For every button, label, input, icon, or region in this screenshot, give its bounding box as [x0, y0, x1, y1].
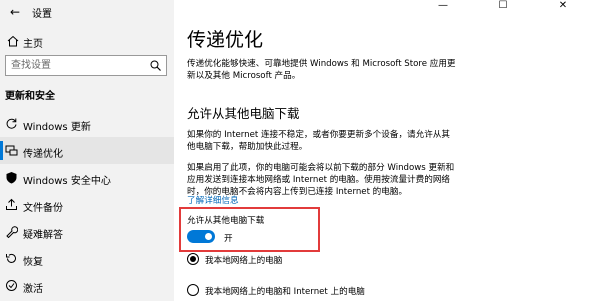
radio-label: 我本地网络上的电脑 [205, 256, 283, 266]
radio-button-checked[interactable] [187, 253, 199, 265]
minimize-button[interactable]: — [420, 0, 466, 14]
home-nav-item[interactable]: 主页 [0, 32, 174, 50]
radio-label: 我本地网络上的电脑和 Internet 上的电脑 [205, 287, 365, 297]
sidebar-item-label: 激活 [23, 284, 43, 295]
refresh-icon [6, 118, 17, 129]
allow-downloads-toggle[interactable] [187, 230, 215, 243]
search-input[interactable] [6, 56, 146, 75]
backup-icon [6, 198, 17, 210]
window-controls: — ☐ ✕ [420, 0, 600, 14]
page-title: 传递优化 [187, 29, 264, 51]
toggle-state-text: 开 [224, 234, 233, 244]
page-description: 传递优化能够快速、可靠地提供 Windows 和 Microsoft Store… [187, 59, 456, 81]
delivery-optimization-icon [5, 145, 18, 156]
sidebar-item-file-backup[interactable]: 文件备份 [0, 191, 174, 218]
search-box[interactable] [5, 55, 167, 76]
sidebar-item-label: 疑难解答 [23, 230, 63, 241]
recovery-icon [6, 253, 16, 263]
radio-button-unchecked[interactable] [187, 284, 199, 296]
close-button[interactable]: ✕ [540, 0, 586, 14]
toggle-knob [205, 233, 212, 240]
sidebar-item-windows-security[interactable]: Windows 安全中心 [0, 164, 174, 191]
back-button[interactable]: ← [7, 4, 23, 20]
content-pane: — ☐ ✕ 传递优化 传递优化能够快速、可靠地提供 Windows 和 Micr… [174, 0, 600, 301]
search-icon[interactable] [150, 60, 161, 71]
info-paragraph-2: 如果启用了此项，你的电脑可能会将以前下载的部分 Windows 更新和应用发送到… [187, 163, 455, 197]
sidebar-item-label: Windows 更新 [23, 122, 91, 133]
sidebar-item-troubleshoot[interactable]: 疑难解答 [0, 218, 174, 245]
info-paragraph-1: 如果你的 Internet 连接不稳定，或者你要更新多个设备，请允许从其他电脑下… [187, 130, 451, 152]
sidebar-item-label: Windows 安全中心 [23, 176, 111, 187]
shield-icon [6, 172, 17, 184]
toggle-label: 允许从其他电脑下载 [187, 216, 265, 226]
sidebar-item-label: 恢复 [23, 257, 43, 268]
sidebar-item-recovery[interactable]: 恢复 [0, 245, 174, 272]
sidebar-item-delivery-optimization[interactable]: 传递优化 [0, 137, 174, 164]
sub-heading: 允许从其他电脑下载 [187, 106, 300, 121]
window-title: 设置 [32, 9, 52, 20]
activation-icon [6, 280, 17, 291]
sidebar-item-windows-update[interactable]: Windows 更新 [0, 110, 174, 137]
sidebar-item-label: 传递优化 [23, 149, 63, 160]
wrench-icon [6, 226, 18, 238]
sidebar-item-activation[interactable]: 激活 [0, 272, 174, 299]
learn-more-link[interactable]: 了解详细信息 [187, 194, 239, 206]
section-title: 更新和安全 [5, 91, 55, 102]
titlebar: ← 设置 [0, 0, 174, 24]
home-icon [7, 35, 19, 47]
sidebar-nav: Windows 更新 传递优化 Windows 安全中心 文件备份 疑难解答 恢… [0, 110, 174, 299]
maximize-button[interactable]: ☐ [480, 0, 526, 14]
sidebar-item-label: 文件备份 [23, 203, 63, 214]
sidebar: ← 设置 主页 更新和安全 Windows 更新 传递优化 [0, 0, 174, 301]
home-label: 主页 [23, 39, 43, 50]
